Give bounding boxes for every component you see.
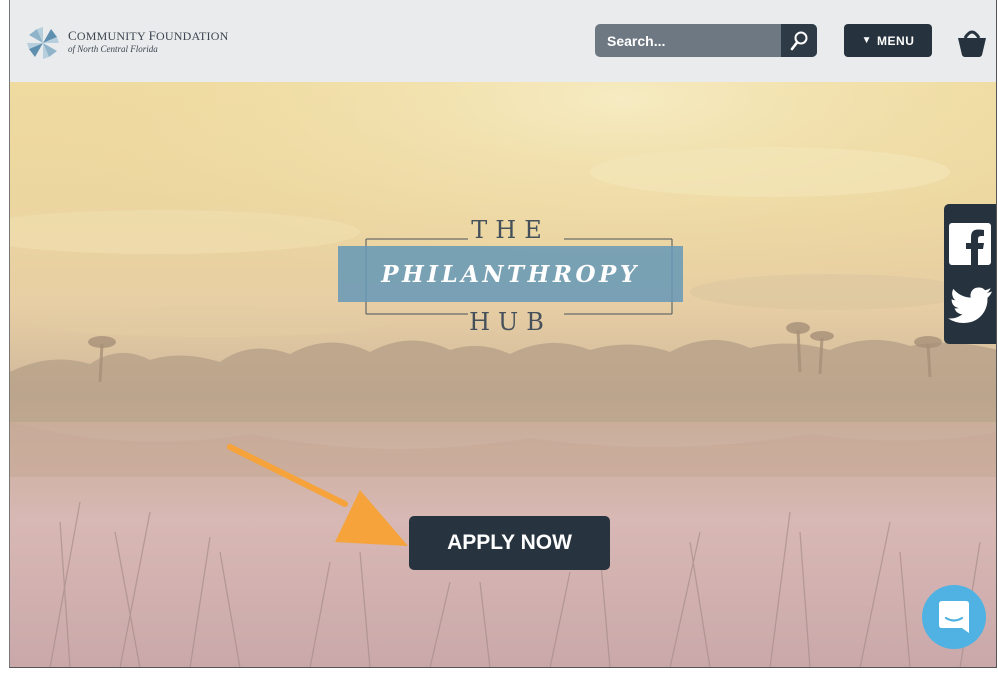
chat-bubble-icon xyxy=(939,601,969,633)
pinwheel-logo-icon[interactable] xyxy=(25,25,61,61)
orange-arrow-icon xyxy=(227,444,408,546)
browser-viewport: COMMUNITY FOUNDATION of North Central Fl… xyxy=(9,0,997,668)
menu-label: MENU xyxy=(877,33,915,48)
org-word-community: OMMUNITY xyxy=(76,29,149,43)
facebook-icon xyxy=(949,223,991,265)
title-hub: HUB xyxy=(469,308,552,336)
site-header: COMMUNITY FOUNDATION of North Central Fl… xyxy=(10,0,996,82)
apply-now-label: APPLY NOW xyxy=(447,531,572,554)
apply-now-button[interactable]: APPLY NOW xyxy=(409,516,610,570)
menu-button[interactable]: ▼ MENU xyxy=(844,24,932,57)
search-bar xyxy=(595,24,817,57)
magnifier-icon xyxy=(790,31,808,50)
triangle-down-icon: ▼ xyxy=(861,35,873,46)
search-input[interactable] xyxy=(595,24,781,57)
org-word-foundation: OUNDATION xyxy=(156,29,229,43)
basket-icon[interactable] xyxy=(956,24,988,58)
twitter-icon xyxy=(948,287,992,323)
org-name-line1: COMMUNITY FOUNDATION xyxy=(68,29,228,42)
social-share-bar xyxy=(944,204,996,344)
twitter-link[interactable] xyxy=(944,276,996,336)
hero-section: THE PHILANTHROPY HUB APPLY NOW xyxy=(10,82,996,667)
philanthropy-hub-title: THE PHILANTHROPY HUB xyxy=(338,212,683,336)
landscape-background xyxy=(10,82,996,667)
title-philanthropy: PHILANTHROPY xyxy=(338,246,683,302)
org-name[interactable]: COMMUNITY FOUNDATION of North Central Fl… xyxy=(68,29,228,54)
chat-launcher-button[interactable] xyxy=(922,585,986,649)
title-the: THE xyxy=(471,216,550,244)
org-initial-c: C xyxy=(68,28,77,43)
org-name-line2: of North Central Florida xyxy=(68,44,158,54)
org-initial-f: F xyxy=(148,28,156,43)
facebook-link[interactable] xyxy=(944,214,996,274)
search-button[interactable] xyxy=(781,24,817,57)
